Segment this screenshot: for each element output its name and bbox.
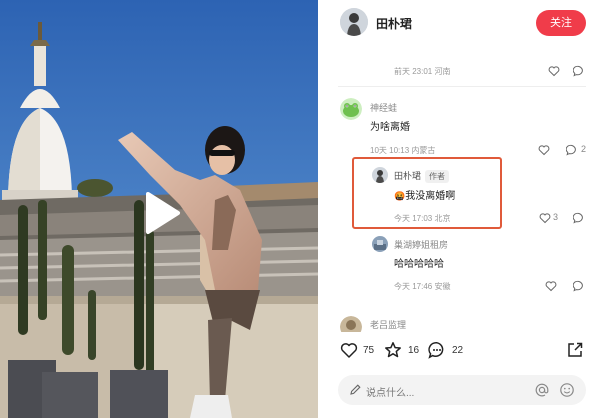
comment-reply-button[interactable] bbox=[572, 279, 585, 292]
author-name[interactable]: 田朴珺 bbox=[376, 15, 412, 32]
heart-icon bbox=[548, 66, 560, 77]
avatar-icon bbox=[372, 167, 388, 183]
comment-text: 哈哈哈哈哈 bbox=[394, 259, 444, 270]
favorite-button[interactable] bbox=[384, 341, 402, 359]
reply-reply-button[interactable] bbox=[572, 211, 585, 224]
pencil-icon bbox=[350, 384, 361, 395]
reply-like-count: 3 bbox=[553, 212, 559, 222]
post-time-location: 前天 23:01 河南 bbox=[394, 67, 451, 76]
comment-bubble-icon bbox=[572, 65, 583, 77]
post-like-button[interactable] bbox=[548, 64, 560, 77]
comment-time-location: 今天 17:46 安徽 bbox=[394, 282, 451, 291]
reply-author-avatar[interactable] bbox=[372, 167, 388, 183]
comment-reply-count: 2 bbox=[581, 144, 587, 154]
share-icon bbox=[568, 342, 583, 357]
like-button[interactable] bbox=[340, 341, 358, 359]
play-icon bbox=[146, 192, 180, 234]
reply-text-content: 我没离婚啊 bbox=[405, 191, 456, 202]
reply-time-location: 今天 17:03 北京 bbox=[394, 214, 451, 223]
favorite-count: 16 bbox=[408, 345, 420, 356]
author-tag: 作者 bbox=[425, 170, 450, 183]
comment-button[interactable] bbox=[428, 341, 446, 359]
author-header: 田朴珺 关注 bbox=[318, 0, 600, 46]
reply-like-button[interactable] bbox=[539, 211, 551, 224]
commenter-avatar[interactable] bbox=[372, 236, 388, 252]
author-avatar[interactable] bbox=[340, 8, 368, 36]
comment-text: 为啥离婚 bbox=[370, 122, 410, 133]
comment-time-location: 10天 10:13 内蒙古 bbox=[370, 146, 436, 155]
comment-count: 22 bbox=[452, 345, 464, 356]
frog-avatar-icon bbox=[340, 98, 362, 120]
comment-reply-button[interactable] bbox=[565, 143, 578, 156]
comment-username[interactable]: 神经蛙 bbox=[370, 101, 397, 114]
divider bbox=[338, 86, 586, 87]
comment-username[interactable]: 巢湖婷姐租房 bbox=[394, 238, 448, 251]
comment-bubble-icon bbox=[572, 212, 583, 224]
comment-input[interactable]: 说点什么... bbox=[338, 375, 586, 405]
play-button[interactable] bbox=[134, 188, 184, 238]
comment-bubble-icon bbox=[428, 342, 444, 359]
comment-like-button[interactable] bbox=[538, 143, 550, 156]
avatar-icon bbox=[340, 8, 368, 36]
comment-bubble-icon bbox=[565, 144, 576, 156]
comment-bubble-icon bbox=[572, 280, 583, 292]
post-reply-button[interactable] bbox=[572, 64, 585, 77]
heart-icon bbox=[340, 343, 358, 358]
heart-icon bbox=[539, 213, 551, 224]
reply-username[interactable]: 田朴珺 作者 bbox=[394, 169, 450, 183]
emoji-icon[interactable] bbox=[559, 382, 575, 398]
reply-text: 🤬我没离婚啊 bbox=[394, 187, 455, 202]
comment-like-button[interactable] bbox=[545, 279, 557, 292]
follow-button[interactable]: 关注 bbox=[536, 10, 586, 36]
at-mention-icon[interactable] bbox=[534, 382, 550, 398]
bottom-action-bar: 75 16 22 说点什么... bbox=[318, 332, 600, 418]
angry-emoji: 🤬 bbox=[394, 191, 406, 201]
avatar-icon bbox=[372, 236, 388, 252]
like-count: 75 bbox=[363, 345, 375, 356]
detail-panel: 田朴珺 关注 前天 23:01 河南 神经蛙 为啥离婚 10天 10:13 内蒙… bbox=[318, 0, 600, 418]
comment-username[interactable]: 老吕监理 bbox=[370, 318, 406, 331]
heart-icon bbox=[538, 145, 550, 156]
comment-input-placeholder: 说点什么... bbox=[366, 388, 415, 399]
reply-username-text: 田朴珺 bbox=[394, 171, 422, 181]
share-button[interactable] bbox=[566, 341, 584, 359]
heart-icon bbox=[545, 281, 557, 292]
star-icon bbox=[385, 342, 401, 358]
post-photo[interactable] bbox=[0, 0, 318, 418]
commenter-avatar[interactable] bbox=[340, 98, 362, 120]
